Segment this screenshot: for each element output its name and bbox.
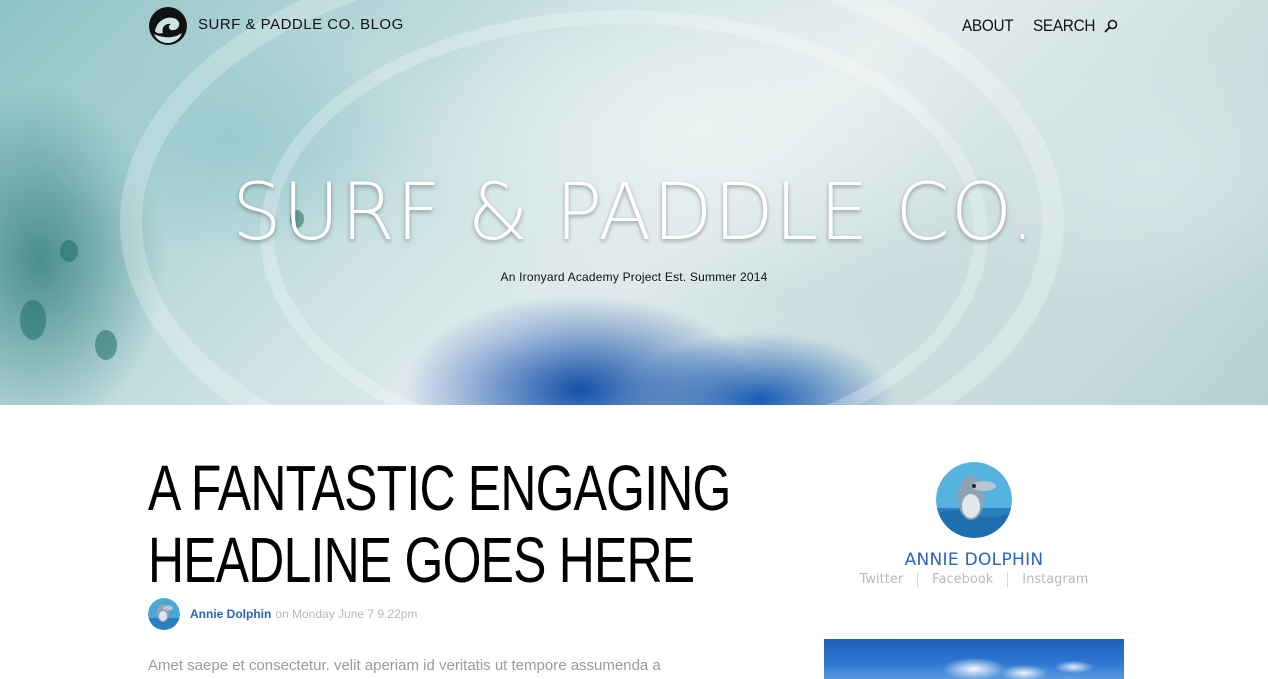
top-navigation: SURF & PADDLE CO. BLOG ABOUT SEARCH [0, 0, 1268, 54]
brand-name: SURF & PADDLE CO. BLOG [198, 15, 404, 33]
author-link[interactable]: Annie Dolphin [190, 607, 271, 621]
wave-texture [20, 300, 46, 340]
hero-title: SURF & PADDLE CO. [232, 168, 1036, 258]
wave-logo-icon [149, 7, 187, 45]
article-headline[interactable]: A FANTASTIC ENGAGING HEADLINE GOES HERE [148, 452, 741, 596]
sidebar-sky-image [824, 639, 1124, 679]
facebook-link[interactable]: Facebook [918, 572, 1007, 587]
home-logo-link[interactable]: SURF & PADDLE CO. BLOG [148, 6, 404, 46]
article-byline: Annie Dolphin on Monday June 7 9.22pm [148, 598, 748, 630]
author-profile-avatar[interactable] [936, 462, 1012, 538]
instagram-link[interactable]: Instagram [1008, 572, 1102, 587]
nav-search-label: SEARCH [1032, 16, 1096, 35]
twitter-link[interactable]: Twitter [846, 572, 918, 587]
nav-search-link[interactable]: SEARCH [1033, 16, 1118, 36]
wave-texture [95, 330, 117, 360]
sidebar-author-name[interactable]: ANNIE DOLPHIN [824, 550, 1124, 570]
social-links: Twitter Facebook Instagram [824, 572, 1124, 587]
nav-about-link[interactable]: ABOUT [962, 16, 1014, 36]
post-date: on Monday June 7 9.22pm [275, 607, 418, 621]
article-excerpt: Amet saepe et consectetur. velit aperiam… [148, 657, 661, 674]
author-avatar[interactable] [148, 598, 180, 630]
article-preview: A FANTASTIC ENGAGING HEADLINE GOES HERE … [148, 452, 748, 674]
hero-banner: SURF & PADDLE CO. BLOG ABOUT SEARCH SURF… [0, 0, 1268, 405]
search-icon [1104, 19, 1118, 33]
hero-subtitle: An Ironyard Academy Project Est. Summer … [500, 270, 768, 284]
nav-links: ABOUT SEARCH [962, 16, 1118, 36]
